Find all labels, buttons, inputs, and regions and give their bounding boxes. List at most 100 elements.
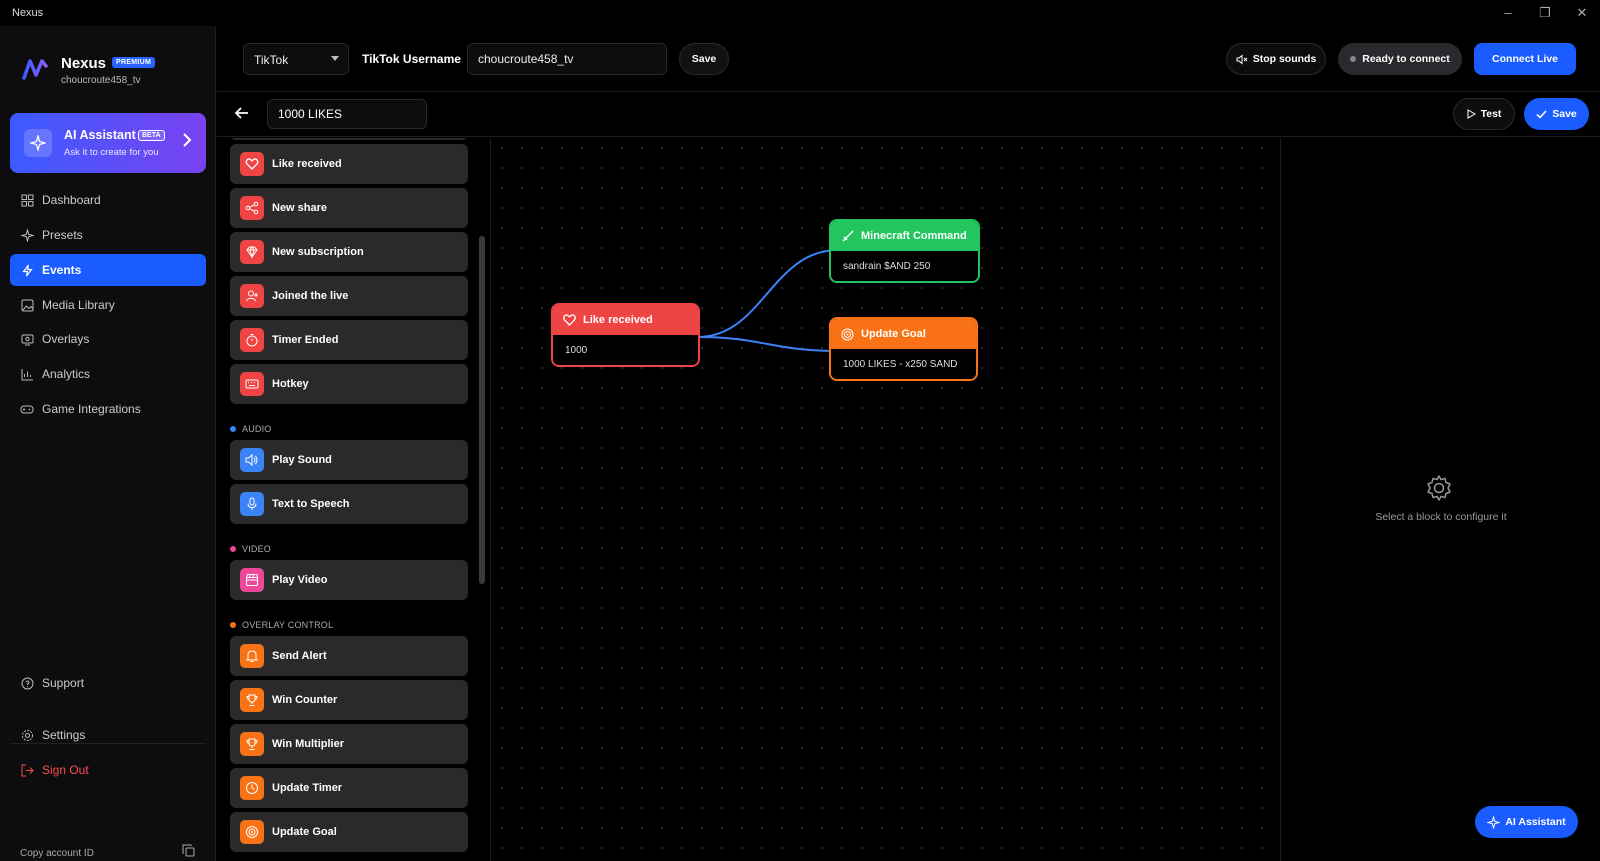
user-icon xyxy=(240,284,264,308)
palette-block-timer-ended[interactable]: Timer Ended xyxy=(230,320,468,360)
event-name-input[interactable] xyxy=(267,99,427,129)
nav-label: Media Library xyxy=(42,298,115,312)
node-header: Minecraft Command xyxy=(831,221,978,251)
palette-block-win-counter[interactable]: Win Counter xyxy=(230,680,468,720)
username-label: TikTok Username xyxy=(362,52,461,66)
copy-icon[interactable] xyxy=(182,844,195,857)
section-video: VIDEO xyxy=(230,544,271,554)
trophy-icon xyxy=(240,732,264,756)
palette-block-new-subscription[interactable]: New subscription xyxy=(230,232,468,272)
nav-label: Presets xyxy=(42,228,83,242)
brand-name: Nexus xyxy=(61,55,107,72)
copy-account-id-label[interactable]: Copy account ID xyxy=(20,848,94,859)
nav-overlays[interactable]: Overlays xyxy=(10,323,206,355)
play-icon xyxy=(1467,109,1476,119)
palette-block-label: Win Multiplier xyxy=(272,738,345,750)
palette-block-send-alert[interactable]: Send Alert xyxy=(230,636,468,676)
ai-card-subtitle: Ask it to create for you xyxy=(64,147,159,158)
nav-game-integrations[interactable]: Game Integrations xyxy=(10,393,206,425)
nav-label: Settings xyxy=(42,728,86,742)
premium-badge: PREMIUM xyxy=(112,57,156,68)
palette-block-win-multiplier[interactable]: Win Multiplier xyxy=(230,724,468,764)
back-arrow-icon[interactable] xyxy=(234,105,250,121)
config-panel: Select a block to configure it xyxy=(1282,138,1600,861)
palette-block-label: New subscription xyxy=(272,246,364,258)
top-bar: TikTok TikTok Username Save Stop sounds … xyxy=(217,26,1600,92)
save-label: Save xyxy=(691,53,717,65)
palette-block-joined-the-live[interactable]: Joined the live xyxy=(230,276,468,316)
save-username-button[interactable]: Save xyxy=(679,43,729,75)
node-update-goal[interactable]: Update Goal 1000 LIKES - x250 SAND xyxy=(829,317,978,381)
status-label: Ready to connect xyxy=(1362,53,1450,65)
palette-block-label: Win Counter xyxy=(272,694,338,706)
node-minecraft-command[interactable]: Minecraft Command sandrain $AND 250 xyxy=(829,219,980,283)
restore-button[interactable]: ❐ xyxy=(1527,3,1563,23)
gamepad-icon xyxy=(20,402,34,416)
stop-sounds-button[interactable]: Stop sounds xyxy=(1226,43,1326,75)
share-icon xyxy=(240,196,264,220)
palette-block-label: Joined the live xyxy=(272,290,349,302)
node-like-received[interactable]: Like received 1000 xyxy=(551,303,700,367)
node-header: Like received xyxy=(553,305,698,335)
ai-assistant-card[interactable]: AI Assistant BETA Ask it to create for y… xyxy=(10,113,206,173)
window-title: Nexus xyxy=(12,7,44,19)
minimize-button[interactable]: – xyxy=(1490,3,1526,23)
nav-label: Events xyxy=(42,263,82,277)
logout-icon xyxy=(20,763,34,777)
ai-assistant-fab[interactable]: AI Assistant xyxy=(1475,806,1578,838)
sword-icon xyxy=(842,230,854,241)
heart-icon xyxy=(563,314,576,326)
mute-icon xyxy=(1236,53,1248,65)
nav-analytics[interactable]: Analytics xyxy=(10,358,206,390)
palette-scrollbar[interactable] xyxy=(479,236,485,584)
analytics-icon xyxy=(20,367,34,381)
palette-block-hotkey[interactable]: Hotkey xyxy=(230,364,468,404)
block-palette: Like received New share New subscription Jo… xyxy=(217,138,491,861)
node-title: Like received xyxy=(583,314,653,326)
username-input[interactable] xyxy=(467,43,667,75)
palette-block-label: Play Video xyxy=(272,574,328,586)
nav-settings[interactable]: Settings xyxy=(10,719,206,751)
test-button[interactable]: Test xyxy=(1453,98,1515,130)
close-button[interactable]: ✕ xyxy=(1564,3,1600,23)
overlay-icon xyxy=(20,332,34,346)
section-overlay-title: OVERLAY CONTROL xyxy=(242,620,334,630)
connection-minecraft xyxy=(697,249,839,338)
image-icon xyxy=(20,298,34,312)
palette-block-label: Text to Speech xyxy=(272,498,350,510)
nav-sign-out[interactable]: Sign Out xyxy=(10,754,206,786)
palette-block-like-received[interactable]: Like received xyxy=(230,144,468,184)
palette-block-update-goal[interactable]: Update Goal xyxy=(230,812,468,852)
palette-block-partial[interactable] xyxy=(230,138,468,140)
help-icon xyxy=(20,676,34,690)
section-audio: AUDIO xyxy=(230,424,272,434)
palette-block-play-video[interactable]: Play Video xyxy=(230,560,468,600)
palette-block-text-to-speech[interactable]: Text to Speech xyxy=(230,484,468,524)
palette-block-label: Update Timer xyxy=(272,782,343,794)
connect-live-button[interactable]: Connect Live xyxy=(1474,43,1576,75)
speaker-icon xyxy=(240,448,264,472)
node-value: sandrain $AND 250 xyxy=(831,251,978,281)
nav-support[interactable]: Support xyxy=(10,667,206,699)
dashboard-icon xyxy=(20,193,34,207)
clapper-icon xyxy=(240,568,264,592)
palette-block-label: Hotkey xyxy=(272,378,309,390)
palette-block-update-timer[interactable]: Update Timer xyxy=(230,768,468,808)
save-event-button[interactable]: Save xyxy=(1524,98,1589,130)
event-toolbar: Test Save xyxy=(217,93,1600,137)
trophy-icon xyxy=(240,688,264,712)
timer-icon xyxy=(240,328,264,352)
nav-presets[interactable]: Presets xyxy=(10,219,206,251)
palette-block-play-sound[interactable]: Play Sound xyxy=(230,440,468,480)
test-label: Test xyxy=(1480,108,1502,120)
nav-label: Analytics xyxy=(42,367,91,381)
nav-dashboard[interactable]: Dashboard xyxy=(10,184,206,216)
palette-block-label: Play Sound xyxy=(272,454,332,466)
nav-media-library[interactable]: Media Library xyxy=(10,289,206,321)
palette-block-label: Send Alert xyxy=(272,650,327,662)
flow-canvas[interactable]: Like received 1000 Minecraft Command san… xyxy=(492,138,1281,861)
platform-select[interactable]: TikTok xyxy=(243,43,349,75)
nav-events[interactable]: Events xyxy=(10,254,206,286)
palette-block-new-share[interactable]: New share xyxy=(230,188,468,228)
beta-badge: BETA xyxy=(138,130,165,141)
